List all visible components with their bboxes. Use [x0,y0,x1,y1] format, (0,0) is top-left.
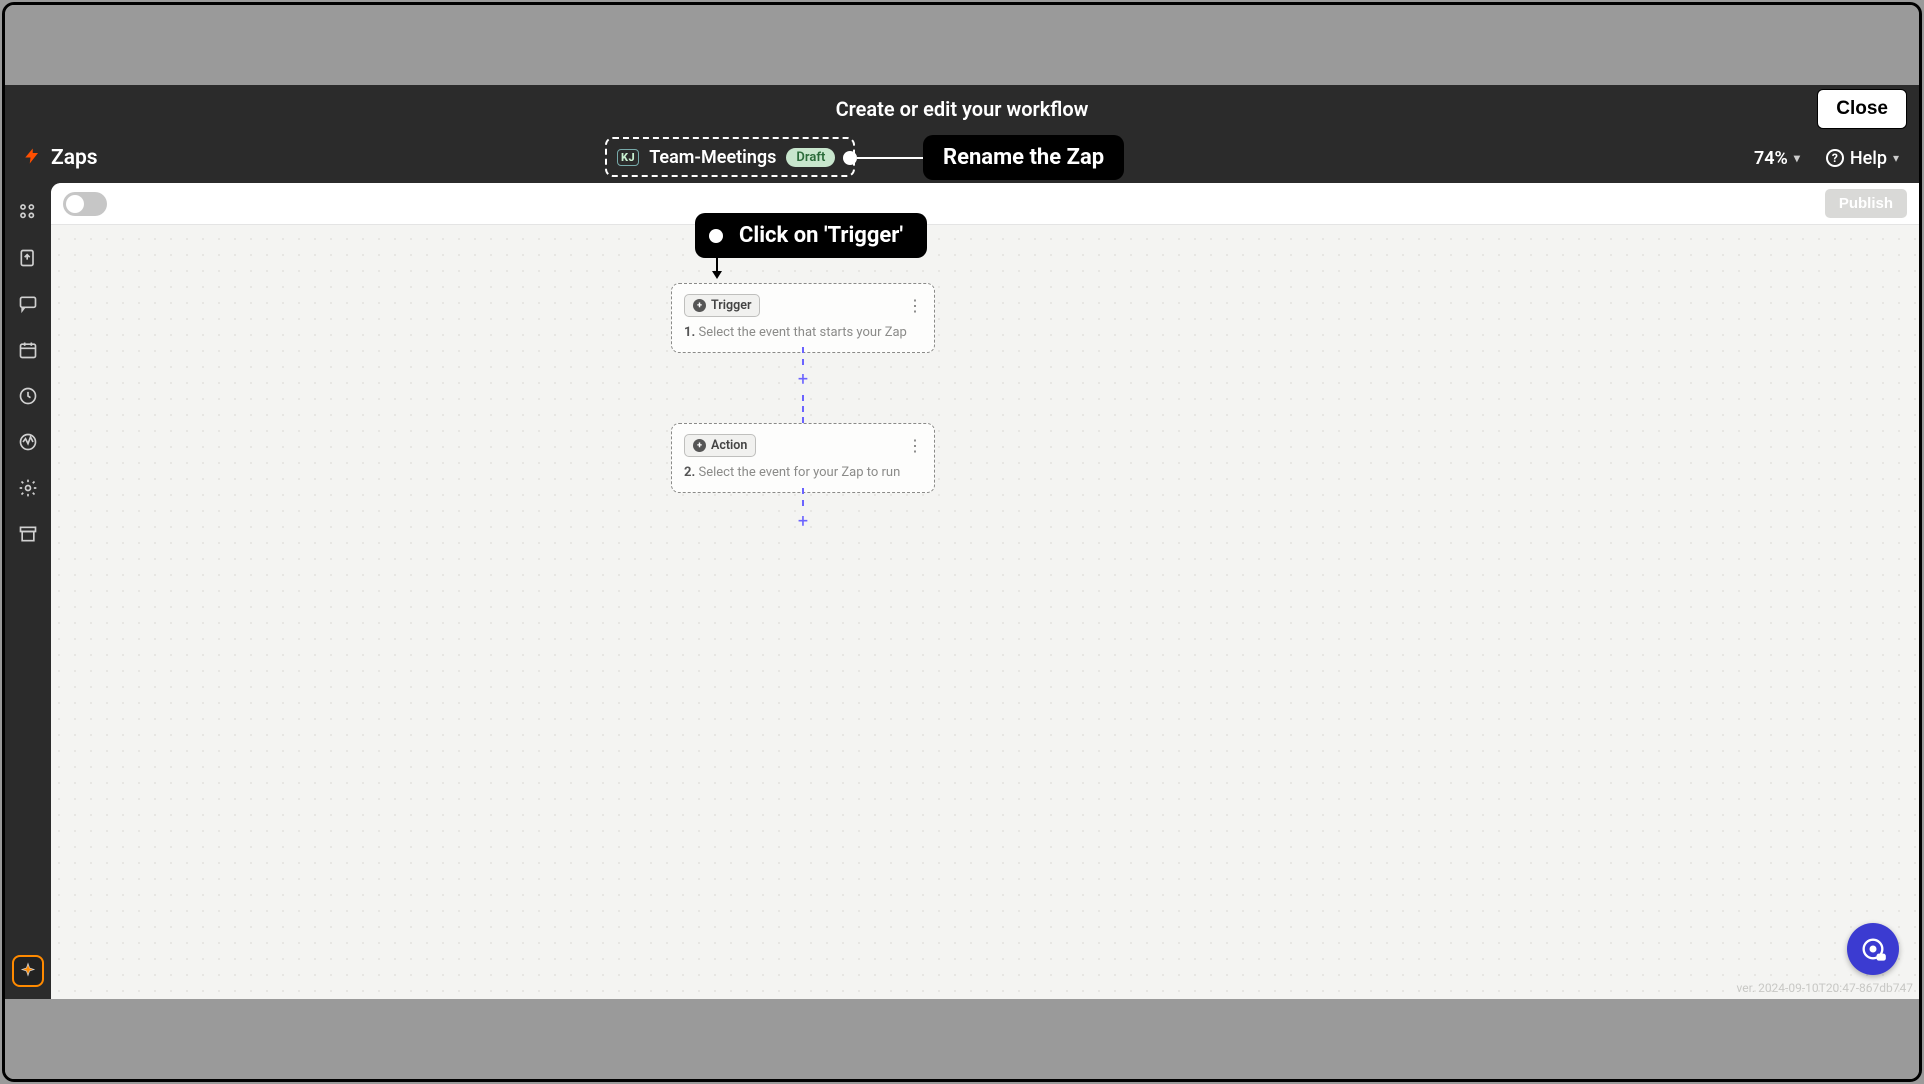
help-icon: ? [1826,149,1844,167]
left-rail [5,183,51,999]
plus-circle-icon: + [693,439,706,452]
action-step-card[interactable]: + Action ⋮ 2. Select the event for your … [671,423,935,493]
callout-trigger-arrow [716,255,718,277]
zoom-value: 74% [1754,148,1788,169]
action-step-description: 2. Select the event for your Zap to run [684,465,922,480]
zap-name-region[interactable]: KJ Team-Meetings Draft [605,137,855,177]
canvas[interactable]: Publish Click on 'Trigger' + Trigger ⋮ [51,183,1919,999]
trigger-step-card[interactable]: + Trigger ⋮ 1. Select the event that sta… [671,283,935,353]
trigger-chip[interactable]: + Trigger [684,294,760,317]
settings-icon[interactable] [17,477,39,499]
callout-trigger: Click on 'Trigger' [695,213,927,258]
backdrop-bottom [5,999,1919,1079]
connector-line [802,395,804,423]
action-step-number: 2. [684,465,695,480]
connector-line [802,488,804,506]
modal-titlebar: Create or edit your workflow Close [5,85,1919,133]
chevron-down-icon: ▾ [1794,151,1800,165]
add-step-button[interactable]: + [796,373,810,387]
connector-line [802,347,804,365]
callout-rename: Rename the Zap [923,135,1124,180]
workspace: Publish Click on 'Trigger' + Trigger ⋮ [5,183,1919,999]
grid-icon[interactable] [17,201,39,223]
editor-header: Zaps KJ Team-Meetings Draft Rename the Z… [5,133,1919,183]
trigger-step-number: 1. [684,325,695,340]
help-label: Help [1850,148,1887,169]
app-frame: Create or edit your workflow Close Zaps … [2,2,1922,1082]
action-step-menu[interactable]: ⋮ [907,438,922,454]
callout-rename-dot [843,151,857,165]
ai-assist-button[interactable] [12,955,44,987]
zap-bolt-icon [23,146,41,171]
callout-trigger-text: Click on 'Trigger' [739,223,903,248]
add-step-button[interactable]: + [796,515,810,529]
canvas-wrap: Publish Click on 'Trigger' + Trigger ⋮ [51,183,1919,999]
help-menu[interactable]: ? Help ▾ [1826,148,1899,169]
plus-circle-icon: + [693,299,706,312]
clock-icon[interactable] [17,385,39,407]
archive-icon[interactable] [17,523,39,545]
calendar-icon[interactable] [17,339,39,361]
zoom-control[interactable]: 74% ▾ [1754,148,1800,169]
workspace-badge: KJ [617,149,639,166]
version-label: ver. 2024-09-10T20:47-867db747 [1736,981,1913,995]
comment-icon[interactable] [17,293,39,315]
backdrop-top [5,5,1919,85]
trigger-step-menu[interactable]: ⋮ [907,298,922,314]
trigger-step-description: 1. Select the event that starts your Zap [684,325,922,340]
enable-toggle[interactable] [63,192,107,216]
publish-button[interactable]: Publish [1825,189,1907,218]
close-button[interactable]: Close [1817,89,1907,129]
trigger-step-text: Select the event that starts your Zap [698,325,906,340]
callout-rename-line [857,157,923,159]
support-chat-button[interactable] [1847,923,1899,975]
trigger-chip-label: Trigger [711,298,751,313]
chevron-down-icon: ▾ [1893,151,1899,165]
modal-title: Create or edit your workflow [836,97,1089,121]
toggle-knob [66,195,84,213]
zap-name[interactable]: Team-Meetings [649,147,776,168]
action-chip[interactable]: + Action [684,434,756,457]
status-badge: Draft [786,148,835,167]
breadcrumb-zaps[interactable]: Zaps [51,146,98,170]
export-icon[interactable] [17,247,39,269]
action-step-text: Select the event for your Zap to run [698,465,900,480]
activity-icon[interactable] [17,431,39,453]
callout-trigger-dot [709,229,723,243]
action-chip-label: Action [711,438,747,453]
canvas-toolbar: Publish [51,183,1919,225]
